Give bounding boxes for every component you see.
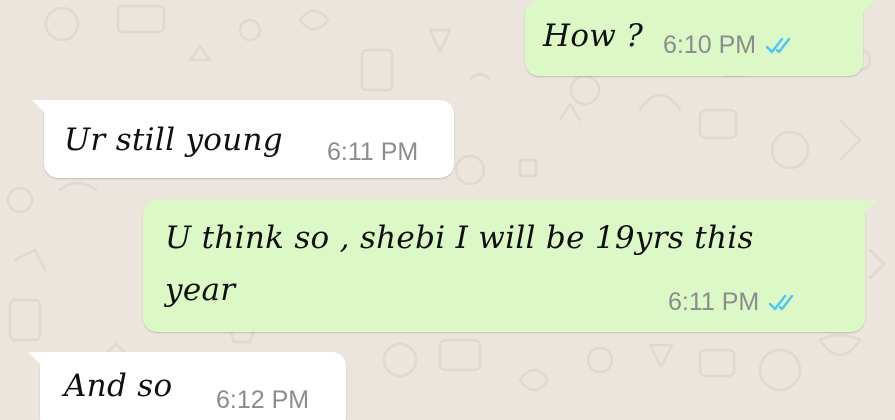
- message-time: 6:11 PM: [327, 138, 419, 166]
- message-incoming-1[interactable]: Ur still young 6:11 PM: [32, 100, 454, 178]
- message-text-line-2: year: [165, 272, 236, 308]
- bubble-tail: [861, 0, 875, 14]
- message-meta: 6:11 PM: [327, 138, 418, 167]
- bubble-tail: [863, 200, 877, 214]
- message-outgoing-1[interactable]: How ? 6:10 PM: [525, 0, 875, 76]
- message-outgoing-2[interactable]: U think so , shebi I will be 19yrs this …: [143, 200, 877, 332]
- message-text: And so: [64, 368, 173, 404]
- double-check-icon: [766, 37, 791, 53]
- message-text: Ur still young: [64, 122, 283, 158]
- message-meta: 6:12 PM: [216, 386, 309, 415]
- message-time: 6:11 PM: [668, 288, 760, 316]
- message-meta: 6:11 PM: [668, 288, 799, 317]
- message-text-line-1: U think so , shebi I will be 19yrs this: [165, 220, 754, 256]
- message-meta: 6:10 PM: [663, 31, 796, 60]
- message-time: 6:10 PM: [663, 31, 757, 59]
- double-check-icon: [769, 294, 794, 310]
- message-text: How ?: [543, 18, 644, 54]
- bubble-tail: [32, 100, 46, 114]
- bubble-tail: [28, 352, 42, 366]
- message-incoming-2[interactable]: And so 6:12 PM: [28, 352, 346, 420]
- message-time: 6:12 PM: [216, 386, 310, 414]
